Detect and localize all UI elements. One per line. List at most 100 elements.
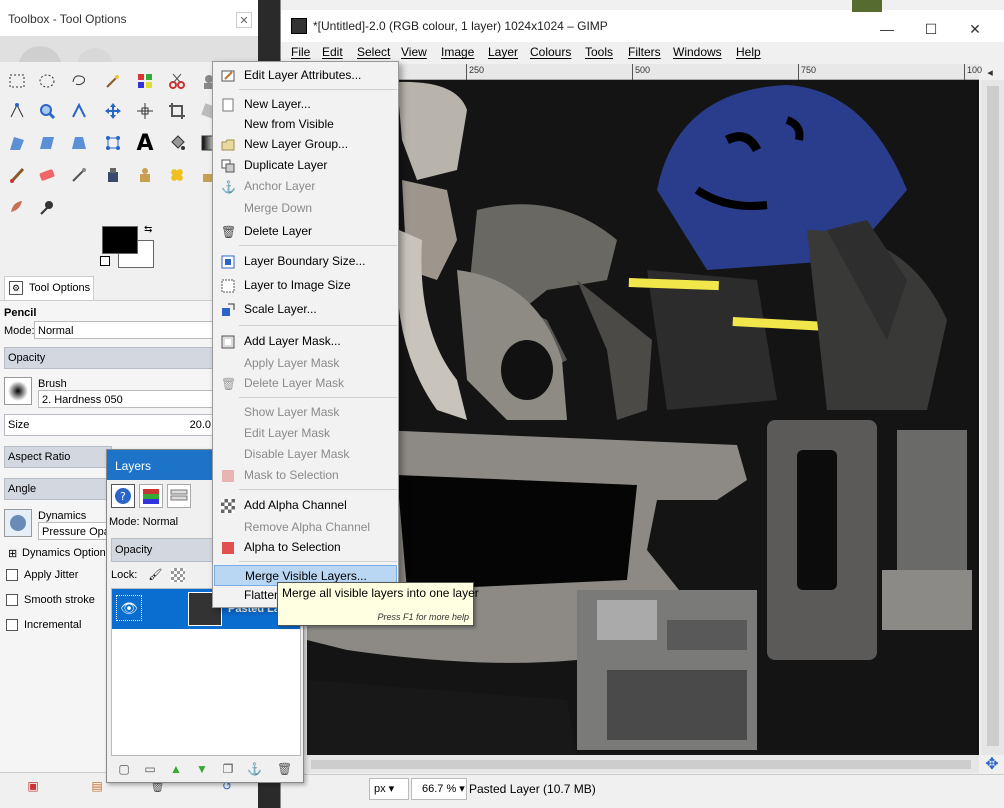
apply-jitter-checkbox[interactable]	[6, 569, 18, 581]
menu-help[interactable]: Help	[736, 45, 761, 59]
layers-tab-icon[interactable]: ?	[111, 484, 135, 508]
menu-view[interactable]: View	[401, 45, 427, 59]
menu-merge-down[interactable]: Merge Down	[214, 198, 397, 219]
crop-icon[interactable]	[164, 98, 190, 124]
navigation-move-icon[interactable]: ✥	[983, 756, 1001, 774]
menu-scale-layer[interactable]: Scale Layer...	[214, 299, 397, 320]
menu-layer-boundary-size[interactable]: Layer Boundary Size...	[214, 251, 397, 272]
dynamics-options-expander[interactable]: Dynamics Options	[22, 547, 111, 559]
menu-duplicate-layer[interactable]: Duplicate Layer	[214, 155, 397, 176]
menu-remove-alpha-channel[interactable]: Remove Alpha Channel	[214, 517, 397, 538]
menu-disable-layer-mask[interactable]: Disable Layer Mask	[214, 444, 397, 465]
unified-transform-icon[interactable]	[4, 130, 30, 156]
minimize-button[interactable]: —	[865, 16, 909, 42]
opacity-slider[interactable]: Opacity	[4, 347, 214, 369]
rect-select-icon[interactable]	[4, 68, 30, 94]
ink-icon[interactable]	[100, 162, 126, 188]
dodge-burn-icon[interactable]	[34, 194, 60, 220]
menu-new-layer[interactable]: New Layer...	[214, 94, 397, 115]
menu-file[interactable]: File	[291, 45, 310, 59]
menu-new-layer-group[interactable]: New Layer Group...	[214, 134, 397, 155]
size-slider[interactable]: Size 20.0	[4, 414, 214, 436]
zoom-select[interactable]: 66.7 % ▾	[411, 778, 467, 800]
delete-layer-icon[interactable]: 🗑	[277, 762, 292, 776]
brush-select[interactable]: 2. Hardness 050	[38, 390, 214, 408]
menu-alpha-to-selection[interactable]: Alpha to Selection	[214, 537, 397, 558]
reset-colors-icon[interactable]	[100, 256, 110, 266]
new-group-icon[interactable]: ▭	[143, 762, 157, 776]
zoom-tool-icon[interactable]	[34, 98, 60, 124]
clone-icon[interactable]	[132, 162, 158, 188]
unit-select[interactable]: px ▾	[369, 778, 409, 800]
duplicate-layer-icon[interactable]: ❐	[221, 762, 235, 776]
foreground-color-swatch[interactable]	[102, 226, 138, 254]
eraser-icon[interactable]	[34, 162, 60, 188]
anchor-layer-icon[interactable]: ⚓	[247, 762, 262, 776]
heal-icon[interactable]	[164, 162, 190, 188]
raise-layer-icon[interactable]: ▲	[169, 762, 183, 776]
restore-options-icon[interactable]: ▤	[90, 779, 104, 793]
toolbox-close-icon[interactable]: ✕	[236, 12, 252, 28]
move-tool-icon[interactable]	[100, 98, 126, 124]
menu-show-layer-mask[interactable]: Show Layer Mask	[214, 402, 397, 423]
menu-add-alpha-channel[interactable]: Add Alpha Channel	[214, 495, 397, 516]
menu-new-from-visible[interactable]: New from Visible	[214, 114, 397, 135]
tab-tool-options[interactable]: ⚙ Tool Options	[4, 276, 94, 300]
angle-slider[interactable]: Angle	[4, 478, 112, 500]
menu-tools[interactable]: Tools	[585, 45, 613, 59]
menu-windows[interactable]: Windows	[673, 45, 722, 59]
menu-layer-to-image-size[interactable]: Layer to Image Size	[214, 275, 397, 296]
close-button[interactable]: ✕	[953, 16, 997, 42]
paintbrush-icon[interactable]	[4, 162, 30, 188]
incremental-checkbox[interactable]	[6, 619, 18, 631]
smudge-icon[interactable]	[4, 194, 30, 220]
channels-tab-icon[interactable]	[139, 484, 163, 508]
dynamics-select[interactable]: Pressure Opac	[38, 522, 108, 540]
select-by-color-icon[interactable]	[132, 68, 158, 94]
menu-edit-layer-attributes[interactable]: Edit Layer Attributes...	[214, 65, 397, 86]
fuzzy-select-icon[interactable]	[100, 68, 126, 94]
smooth-stroke-checkbox[interactable]	[6, 594, 18, 606]
visibility-eye-icon[interactable]: 👁	[116, 595, 142, 621]
menu-edit-layer-mask[interactable]: Edit Layer Mask	[214, 423, 397, 444]
menu-mask-to-selection[interactable]: Mask to Selection	[214, 465, 397, 486]
aspect-ratio-slider[interactable]: Aspect Ratio	[4, 446, 112, 468]
menu-filters[interactable]: Filters	[628, 45, 661, 59]
menu-select[interactable]: Select	[357, 45, 390, 59]
menu-delete-layer-mask[interactable]: 🗑 Delete Layer Mask	[214, 373, 397, 394]
lock-pixels-icon[interactable]: 🖌	[148, 569, 162, 581]
perspective-icon[interactable]	[66, 130, 92, 156]
navigate-arrow-icon[interactable]: ◂	[983, 66, 997, 80]
new-layer-icon[interactable]: ▢	[117, 762, 131, 776]
text-tool-icon[interactable]: A	[132, 130, 158, 156]
scissors-select-icon[interactable]	[164, 68, 190, 94]
paths-icon[interactable]	[4, 98, 30, 124]
horizontal-scroll-thumb[interactable]	[311, 760, 971, 769]
menu-edit[interactable]: Edit	[322, 45, 343, 59]
dynamics-preview-icon[interactable]	[4, 509, 32, 537]
menu-colours[interactable]: Colours	[530, 45, 571, 59]
image-canvas[interactable]	[307, 80, 979, 755]
airbrush-icon[interactable]	[66, 162, 92, 188]
brush-preview[interactable]	[4, 377, 32, 405]
shear-icon[interactable]	[34, 130, 60, 156]
lower-layer-icon[interactable]: ▼	[195, 762, 209, 776]
menu-add-layer-mask[interactable]: Add Layer Mask...	[214, 331, 397, 352]
paths-tab-icon[interactable]	[167, 484, 191, 508]
save-options-icon[interactable]: ▣	[26, 779, 40, 793]
lock-alpha-icon[interactable]	[171, 568, 186, 583]
free-select-icon[interactable]	[66, 68, 92, 94]
menu-image[interactable]: Image	[441, 45, 474, 59]
menu-anchor-layer[interactable]: ⚓ Anchor Layer	[214, 176, 397, 197]
color-selector[interactable]: ⇆	[100, 222, 160, 272]
vertical-scroll-thumb[interactable]	[987, 86, 999, 746]
cage-transform-icon[interactable]	[100, 130, 126, 156]
ellipse-select-icon[interactable]	[34, 68, 60, 94]
menu-apply-layer-mask[interactable]: Apply Layer Mask	[214, 353, 397, 374]
menu-delete-layer[interactable]: 🗑 Delete Layer	[214, 221, 397, 242]
menu-layer[interactable]: Layer	[488, 45, 518, 59]
maximize-button[interactable]: ☐	[909, 16, 953, 42]
align-icon[interactable]	[132, 98, 158, 124]
mode-select[interactable]: Normal	[34, 321, 214, 339]
swap-colors-icon[interactable]: ⇆	[144, 224, 152, 235]
